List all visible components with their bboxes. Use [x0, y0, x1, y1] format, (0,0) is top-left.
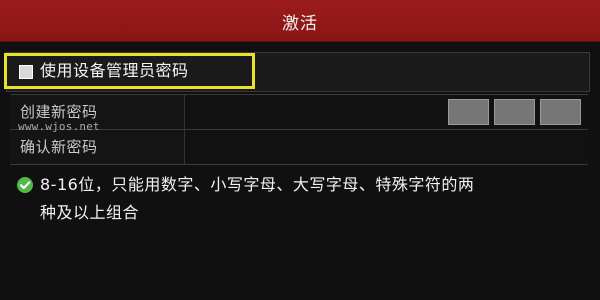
confirm-password-label: 确认新密码	[20, 138, 98, 156]
create-password-label: 创建新密码	[20, 103, 98, 121]
dialog-title: 激活	[0, 0, 600, 42]
confirm-password-row: 确认新密码	[10, 130, 588, 165]
password-strength-segment-2	[494, 99, 535, 125]
password-strength-segment-1	[448, 99, 489, 125]
confirm-password-input[interactable]	[185, 130, 588, 164]
admin-password-label: 使用设备管理员密码	[40, 61, 189, 80]
admin-password-checkbox[interactable]	[19, 65, 33, 79]
check-circle-icon	[17, 177, 33, 193]
watermark: www.wjos.net	[18, 120, 100, 133]
password-rule-text: 8-16位，只能用数字、小写字母、大写字母、特殊字符的两 种及以上组合	[40, 175, 475, 222]
password-strength-segment-3	[540, 99, 581, 125]
